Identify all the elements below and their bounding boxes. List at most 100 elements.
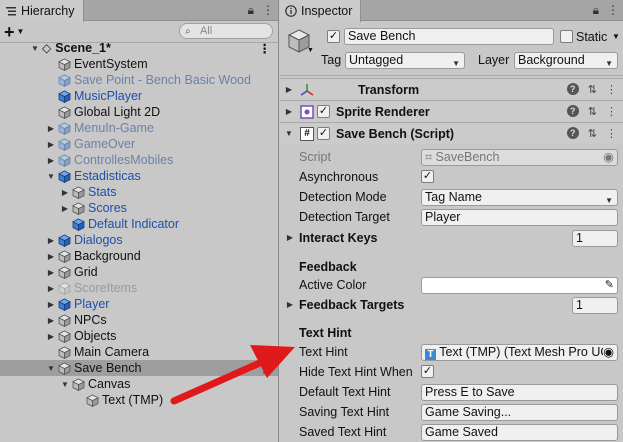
lock-icon[interactable]: 🔒︎: [593, 3, 599, 18]
active-color-swatch[interactable]: ✎: [421, 277, 618, 294]
expand-arrow-icon[interactable]: ▶: [46, 284, 56, 293]
static-checkbox[interactable]: [560, 30, 573, 43]
hierarchy-item[interactable]: ▶ ControllesMobiles: [0, 152, 278, 168]
component-menu-icon[interactable]: ⋮: [606, 127, 617, 140]
help-icon[interactable]: ?: [566, 83, 579, 95]
sprite-renderer-component-header[interactable]: ▶ ✓ Sprite Renderer ? ⇅ ⋮: [280, 100, 623, 122]
active-checkbox[interactable]: ✓: [327, 30, 340, 43]
hierarchy-item[interactable]: ▶ Scores: [0, 200, 278, 216]
detection-mode-dropdown[interactable]: Tag Name: [421, 189, 618, 206]
active-color-label: Active Color: [299, 278, 367, 292]
hide-text-hint-checkbox[interactable]: ✓: [421, 365, 434, 378]
tab-hierarchy[interactable]: Hierarchy: [0, 0, 84, 22]
hierarchy-item[interactable]: ▶ Grid: [0, 264, 278, 280]
help-icon[interactable]: ?: [566, 127, 579, 139]
default-text-hint-field[interactable]: Press E to Save: [421, 384, 618, 401]
expand-arrow-icon[interactable]: ▶: [46, 268, 56, 277]
collapse-arrow-icon[interactable]: ▼: [46, 172, 56, 181]
scene-menu-icon[interactable]: ⋮: [259, 41, 272, 56]
more-options-icon[interactable]: ⋮: [262, 3, 274, 18]
scene-row[interactable]: ▼ ◇ Scene_1* ⋮: [0, 40, 278, 56]
expand-arrow-icon[interactable]: ▶: [46, 140, 56, 149]
saving-text-hint-field[interactable]: Game Saving...: [421, 404, 618, 421]
add-object-button[interactable]: +: [4, 23, 15, 41]
expand-arrow-icon[interactable]: ▶: [46, 300, 56, 309]
hierarchy-item[interactable]: ▶ Dialogos: [0, 232, 278, 248]
add-dropdown-icon[interactable]: ▼: [17, 27, 25, 36]
expand-arrow-icon[interactable]: ▶: [284, 85, 294, 94]
collapse-arrow-icon[interactable]: ▼: [284, 129, 294, 138]
hierarchy-item[interactable]: Save Point - Bench Basic Wood: [0, 72, 278, 88]
expand-arrow-icon[interactable]: ▶: [46, 252, 56, 261]
feedback-targets-size-field[interactable]: 1: [572, 297, 618, 314]
expand-arrow-icon[interactable]: ▶: [46, 316, 56, 325]
preset-icon[interactable]: ⇅: [588, 127, 597, 140]
tag-dropdown[interactable]: Untagged: [345, 52, 465, 69]
object-picker-icon[interactable]: ◉: [603, 345, 614, 360]
preset-icon[interactable]: ⇅: [588, 83, 597, 96]
hierarchy-item[interactable]: ▶ MenuIn-Game: [0, 120, 278, 136]
save-bench-component-header[interactable]: ▼ # ✓ Save Bench (Script) ? ⇅ ⋮: [280, 122, 623, 144]
expand-arrow-icon[interactable]: ▶: [46, 236, 56, 245]
expand-arrow-icon[interactable]: ▶: [60, 204, 70, 213]
hierarchy-item[interactable]: Text (TMP): [0, 392, 278, 408]
hierarchy-item[interactable]: EventSystem: [0, 56, 278, 72]
script-field[interactable]: ⌗ SaveBench ◉: [421, 149, 618, 166]
item-menu-icon[interactable]: ⋮: [259, 361, 272, 376]
expand-arrow-icon[interactable]: ▼: [30, 44, 40, 53]
hierarchy-item-label: ControllesMobiles: [74, 153, 174, 167]
save-bench-enabled-checkbox[interactable]: ✓: [317, 127, 330, 140]
icon-dropdown-icon[interactable]: ▼: [307, 47, 314, 54]
collapse-arrow-icon[interactable]: ▼: [60, 380, 70, 389]
detection-mode-label: Detection Mode: [299, 190, 387, 204]
hierarchy-item[interactable]: Main Camera: [0, 344, 278, 360]
hierarchy-search-input[interactable]: ⌕ All: [179, 23, 273, 39]
preset-icon[interactable]: ⇅: [588, 105, 597, 118]
expand-arrow-icon[interactable]: ▶: [285, 300, 295, 309]
tab-inspector[interactable]: Inspector: [280, 0, 362, 22]
hierarchy-item[interactable]: MusicPlayer: [0, 88, 278, 104]
transform-component-header[interactable]: ▶ Transform ? ⇅ ⋮: [280, 78, 623, 100]
hierarchy-item[interactable]: ▼ Estadisticas: [0, 168, 278, 184]
component-menu-icon[interactable]: ⋮: [606, 83, 617, 96]
hierarchy-item[interactable]: ▶ Background: [0, 248, 278, 264]
text-hint-object-field[interactable]: T Text (TMP) (Text Mesh Pro UG ◉: [421, 344, 618, 361]
hierarchy-item[interactable]: ▶ GameOver: [0, 136, 278, 152]
eyedropper-icon[interactable]: ✎: [605, 278, 614, 293]
component-menu-icon[interactable]: ⋮: [606, 105, 617, 118]
lock-icon[interactable]: 🔒︎: [248, 3, 254, 18]
hierarchy-item[interactable]: ▶ NPCs: [0, 312, 278, 328]
hierarchy-item[interactable]: ▶ Objects: [0, 328, 278, 344]
help-icon[interactable]: ?: [566, 105, 579, 117]
hierarchy-item[interactable]: ▼ Save Bench ⋮: [0, 360, 278, 376]
hierarchy-item[interactable]: ▼ Canvas: [0, 376, 278, 392]
feedback-targets-label[interactable]: Feedback Targets: [299, 298, 404, 312]
expand-arrow-icon[interactable]: ▶: [46, 124, 56, 133]
sprite-renderer-enabled-checkbox[interactable]: ✓: [317, 105, 330, 118]
search-placeholder: All: [200, 25, 213, 37]
hierarchy-item[interactable]: ▶ Stats: [0, 184, 278, 200]
hierarchy-item[interactable]: Default Indicator: [0, 216, 278, 232]
static-dropdown-icon[interactable]: ▼: [612, 32, 620, 41]
layer-dropdown[interactable]: Background: [514, 52, 618, 69]
expand-arrow-icon[interactable]: ▶: [60, 188, 70, 197]
expand-arrow-icon[interactable]: ▶: [285, 233, 295, 242]
hierarchy-item[interactable]: ▶ Player: [0, 296, 278, 312]
hierarchy-item[interactable]: ▶ ScoreItems: [0, 280, 278, 296]
saved-text-hint-field[interactable]: Game Saved: [421, 424, 618, 441]
interact-keys-size-field[interactable]: 1: [572, 230, 618, 247]
object-name-field[interactable]: Save Bench: [344, 28, 554, 45]
hierarchy-item[interactable]: Global Light 2D: [0, 104, 278, 120]
collapse-arrow-icon[interactable]: ▼: [46, 364, 56, 373]
detection-target-field[interactable]: Player: [421, 209, 618, 226]
expand-arrow-icon[interactable]: ▶: [284, 107, 294, 116]
gameobject-cube-icon: [58, 314, 71, 327]
interact-keys-label[interactable]: Interact Keys: [299, 231, 378, 245]
more-options-icon[interactable]: ⋮: [607, 3, 619, 18]
text-hint-header: Text Hint: [299, 326, 352, 340]
object-picker-icon[interactable]: ◉: [603, 150, 614, 165]
expand-arrow-icon[interactable]: ▶: [46, 332, 56, 341]
feedback-header: Feedback: [299, 260, 357, 274]
asynchronous-checkbox[interactable]: ✓: [421, 170, 434, 183]
expand-arrow-icon[interactable]: ▶: [46, 156, 56, 165]
